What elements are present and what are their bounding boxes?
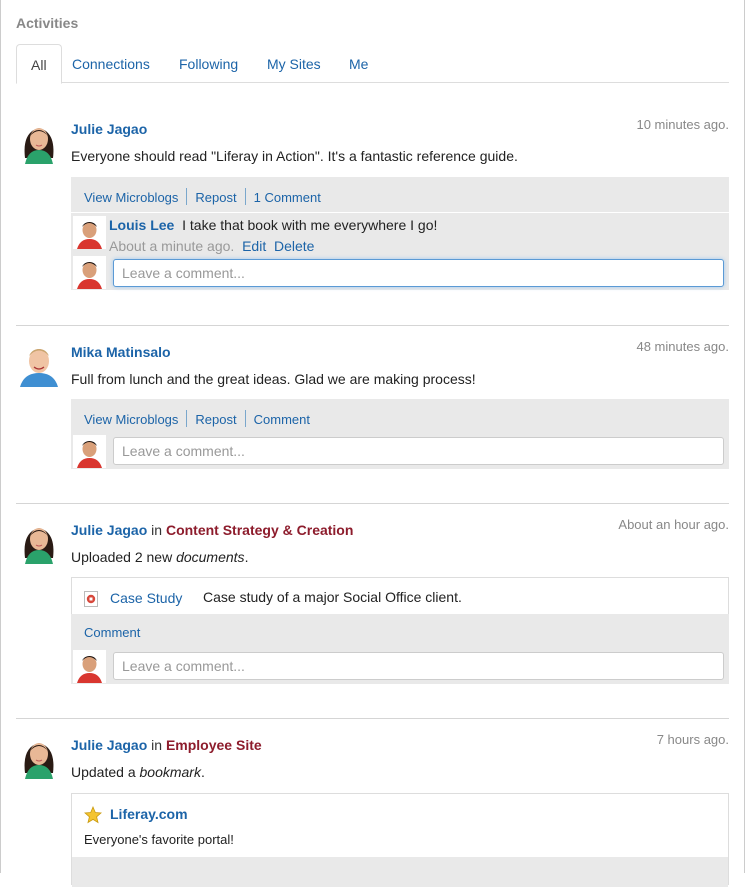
mika-avatar[interactable] (16, 341, 62, 387)
repost-link[interactable]: Repost (195, 190, 236, 205)
comment-link[interactable]: Comment (84, 625, 140, 640)
activity-text: Everyone should read "Liferay in Action"… (71, 148, 518, 164)
comment-meta: About a minute ago. Edit Delete (109, 238, 314, 254)
view-microblogs-link[interactable]: View Microblogs (84, 412, 178, 427)
comment-text: I take that book with me everywhere I go… (182, 217, 438, 233)
activity-tabs: All Connections Following My Sites Me (16, 44, 729, 84)
in-label: in (151, 737, 163, 753)
bookmark-description: Everyone's favorite portal! (84, 832, 234, 847)
repost-link[interactable]: Repost (195, 412, 236, 427)
action-divider (186, 188, 188, 205)
document-entry: Case Study Case study of a major Social … (71, 577, 729, 615)
julie-avatar[interactable] (16, 518, 62, 564)
activity-time: 10 minutes ago. (636, 117, 729, 132)
comment-author[interactable]: Louis Lee (109, 217, 174, 233)
activity-footer: View Microblogs Repost 1 Comment Louis Lee… (71, 177, 729, 290)
document-link[interactable]: Case Study (110, 590, 182, 606)
delete-comment-link[interactable]: Delete (274, 238, 314, 254)
edit-comment-link[interactable]: Edit (242, 238, 266, 254)
activity-actions: View Microblogs Repost Comment (84, 410, 310, 427)
document-icon (84, 591, 98, 607)
activity-time: About an hour ago. (618, 517, 729, 532)
activity-time: 7 hours ago. (656, 732, 729, 747)
document-description: Case study of a major Social Office clie… (203, 589, 462, 605)
activities-portlet: Activities All Connections Following My … (0, 0, 745, 887)
tab-my-sites[interactable]: My Sites (267, 44, 321, 82)
portlet-title: Activities (16, 15, 79, 31)
view-microblogs-link[interactable]: View Microblogs (84, 190, 178, 205)
action-divider (244, 410, 246, 427)
divider (16, 325, 729, 326)
current-user-avatar (73, 650, 106, 683)
current-user-avatar (73, 256, 106, 289)
text-suffix: . (244, 549, 249, 565)
comment-input[interactable]: Leave a comment... (113, 437, 724, 465)
current-user-avatar (73, 435, 106, 468)
comment-item: Louis Lee I take that book with me every… (71, 212, 729, 256)
comment-input[interactable]: Leave a comment... (113, 259, 724, 287)
activity-time: 48 minutes ago. (636, 339, 729, 354)
activity-footer: Comment Leave a comment... (71, 614, 729, 684)
new-comment-row: Leave a comment... (71, 649, 729, 684)
tab-me[interactable]: Me (349, 44, 368, 82)
activity-text: Full from lunch and the great ideas. Gla… (71, 371, 476, 387)
comments-link[interactable]: 1 Comment (254, 190, 321, 205)
new-comment-row: Leave a comment... (71, 256, 729, 290)
comment-input[interactable]: Leave a comment... (113, 652, 724, 680)
bookmark-link[interactable]: Liferay.com (110, 806, 188, 822)
action-divider (186, 410, 188, 427)
louis-avatar[interactable] (73, 216, 106, 249)
text-prefix: Updated a (71, 764, 140, 780)
activity-footer: View Microblogs Repost Comment Leave a com… (71, 399, 729, 469)
julie-avatar[interactable] (16, 118, 62, 164)
action-divider (244, 188, 246, 205)
text-em: bookmark (139, 764, 201, 780)
new-comment-row: Leave a comment... (71, 434, 729, 469)
activity-author[interactable]: Julie Jagao (71, 737, 147, 753)
divider (16, 718, 729, 719)
activity-author[interactable]: Mika Matinsalo (71, 344, 171, 360)
comment-line: Louis Lee I take that book with me every… (109, 217, 437, 233)
comment-time: About a minute ago. (109, 238, 235, 254)
activity-text: Updated a bookmark. (71, 764, 205, 780)
text-prefix: Uploaded 2 new (71, 549, 177, 565)
bookmark-entry: Liferay.com Everyone's favorite portal! (71, 793, 729, 887)
activity-actions: View Microblogs Repost 1 Comment (84, 188, 321, 205)
activity-actions: Comment (84, 625, 140, 640)
tab-all[interactable]: All (16, 44, 62, 84)
text-suffix: . (200, 764, 205, 780)
tab-following[interactable]: Following (179, 44, 238, 82)
activity-author-line: Julie Jagao in Employee Site (71, 737, 262, 753)
activity-author[interactable]: Julie Jagao (71, 522, 147, 538)
text-em: documents (176, 549, 245, 565)
activity-footer (72, 857, 728, 887)
activity-author[interactable]: Julie Jagao (71, 121, 147, 137)
in-label: in (151, 522, 163, 538)
tab-connections[interactable]: Connections (72, 44, 150, 82)
activity-author-line: Julie Jagao in Content Strategy & Creati… (71, 522, 353, 538)
julie-avatar[interactable] (16, 733, 62, 779)
comment-link[interactable]: Comment (254, 412, 310, 427)
site-link[interactable]: Employee Site (166, 737, 262, 753)
site-link[interactable]: Content Strategy & Creation (166, 522, 353, 538)
divider (16, 503, 729, 504)
activity-text: Uploaded 2 new documents. (71, 549, 248, 565)
star-icon (84, 806, 102, 824)
